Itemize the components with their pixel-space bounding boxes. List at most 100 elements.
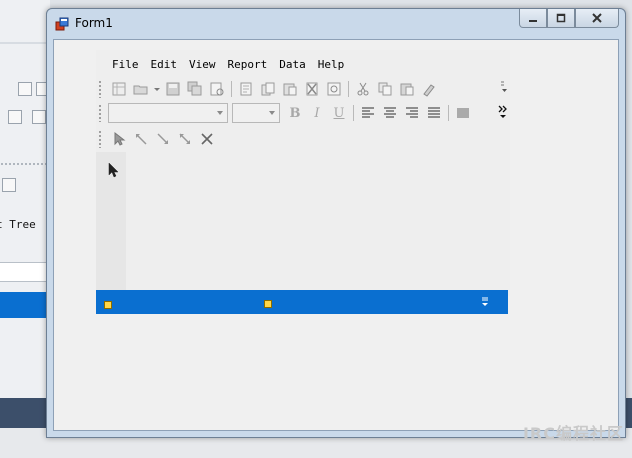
toolbar1-overflow[interactable] — [500, 80, 508, 96]
line-up-left-icon — [136, 134, 147, 145]
paste-icon — [400, 83, 414, 96]
delete-icon — [306, 82, 318, 96]
arrow-down-right-icon — [179, 133, 190, 144]
delete-page-button[interactable] — [301, 79, 323, 99]
background-align-right-icon — [32, 110, 46, 124]
copy-icon — [378, 82, 392, 96]
page-setup-button[interactable] — [235, 79, 257, 99]
window-title: Form1 — [75, 16, 113, 30]
new-report-icon — [112, 82, 126, 96]
zoom-icon — [327, 82, 341, 96]
line-down-right-button[interactable] — [152, 129, 174, 149]
background-grip — [0, 162, 50, 166]
format-painter-button[interactable] — [418, 79, 440, 99]
align-center-button[interactable] — [379, 103, 401, 123]
copy-page-icon — [261, 82, 275, 96]
background-align-icon — [8, 110, 22, 124]
justify-button[interactable] — [423, 103, 445, 123]
copy-button[interactable] — [374, 79, 396, 99]
align-left-icon — [362, 107, 374, 118]
delete-x-icon — [201, 133, 213, 145]
toolbar-separator — [231, 81, 232, 97]
background-ide-panel: t Tree — [0, 0, 50, 458]
open-button[interactable] — [130, 79, 152, 99]
paste-button[interactable] — [396, 79, 418, 99]
watermark: IRC编程社区 — [522, 424, 624, 443]
cut-button[interactable] — [352, 79, 374, 99]
background-tree-label: t Tree — [0, 218, 36, 231]
format-toolbar: B I U — [96, 102, 474, 124]
open-dropdown-button[interactable] — [152, 79, 162, 99]
chevron-down-icon — [154, 88, 160, 91]
strip-overflow-icon[interactable] — [480, 296, 490, 308]
page-setup-icon — [240, 82, 252, 96]
align-right-button[interactable] — [401, 103, 423, 123]
toolbar-grip[interactable] — [98, 130, 102, 148]
save-button[interactable] — [162, 79, 184, 99]
paste-page-button[interactable] — [279, 79, 301, 99]
print-preview-button[interactable] — [206, 79, 228, 99]
font-size-combo[interactable] — [232, 103, 280, 123]
pointer-tool-button[interactable] — [108, 129, 130, 149]
anchor-marker-middle[interactable] — [264, 300, 272, 308]
menu-help[interactable]: Help — [312, 56, 351, 74]
menu-data[interactable]: Data — [273, 56, 312, 74]
maximize-button[interactable] — [547, 9, 575, 28]
save-icon — [166, 82, 180, 96]
save-all-button[interactable] — [184, 79, 206, 99]
copy-page-button[interactable] — [257, 79, 279, 99]
cut-icon — [357, 82, 369, 96]
anchor-marker-left[interactable] — [104, 301, 112, 309]
underline-button[interactable]: U — [328, 106, 350, 121]
drawing-toolbar — [96, 128, 218, 150]
background-copy-icon — [18, 82, 32, 96]
overflow-chevron-icon — [498, 105, 507, 118]
italic-button[interactable]: I — [306, 106, 328, 121]
toolbar2-overflow[interactable] — [498, 104, 508, 122]
background-selection-bar — [0, 292, 50, 318]
arrow-cursor-icon — [108, 162, 119, 178]
arrow-down-right-button[interactable] — [174, 129, 196, 149]
form-icon — [55, 17, 69, 31]
toolbar-separator — [353, 105, 354, 121]
align-right-icon — [406, 107, 418, 118]
menu-report[interactable]: Report — [222, 56, 274, 74]
minimize-button[interactable] — [519, 9, 547, 28]
menu-file[interactable]: File — [106, 56, 145, 74]
save-all-icon — [187, 81, 202, 96]
background-divider — [0, 42, 50, 44]
toolbar-separator — [448, 105, 449, 121]
barcode-icon — [457, 108, 469, 118]
overflow-icon — [501, 81, 507, 92]
new-report-button[interactable] — [108, 79, 130, 99]
close-button[interactable] — [575, 9, 619, 28]
zoom-button[interactable] — [323, 79, 345, 99]
menu-bar: File Edit View Report Data Help — [106, 56, 350, 74]
format-painter-icon — [423, 84, 435, 97]
form1-window: Form1 File Edit View Report Data Help B … — [46, 8, 626, 438]
line-up-left-button[interactable] — [130, 129, 152, 149]
pointer-icon — [114, 131, 126, 146]
toolbar-grip[interactable] — [98, 104, 102, 122]
barcode-button[interactable] — [452, 103, 474, 123]
title-bar[interactable]: Form1 — [47, 9, 625, 39]
background-input — [0, 262, 49, 282]
standard-toolbar — [96, 78, 440, 100]
align-center-icon — [384, 107, 396, 118]
maximize-icon — [556, 13, 566, 23]
design-surface-strip[interactable] — [96, 290, 508, 314]
open-icon — [133, 85, 148, 95]
close-icon — [592, 13, 602, 23]
form-client-area: File Edit View Report Data Help B I U — [53, 39, 619, 431]
toolbar-grip[interactable] — [98, 80, 102, 98]
font-name-combo[interactable] — [108, 103, 228, 123]
menu-edit[interactable]: Edit — [145, 56, 184, 74]
caption-buttons — [519, 9, 619, 29]
minimize-icon — [529, 20, 537, 22]
bold-button[interactable]: B — [284, 106, 306, 121]
background-find-icon — [2, 178, 16, 192]
align-left-button[interactable] — [357, 103, 379, 123]
menu-view[interactable]: View — [183, 56, 222, 74]
justify-icon — [428, 107, 440, 118]
delete-shape-button[interactable] — [196, 129, 218, 149]
